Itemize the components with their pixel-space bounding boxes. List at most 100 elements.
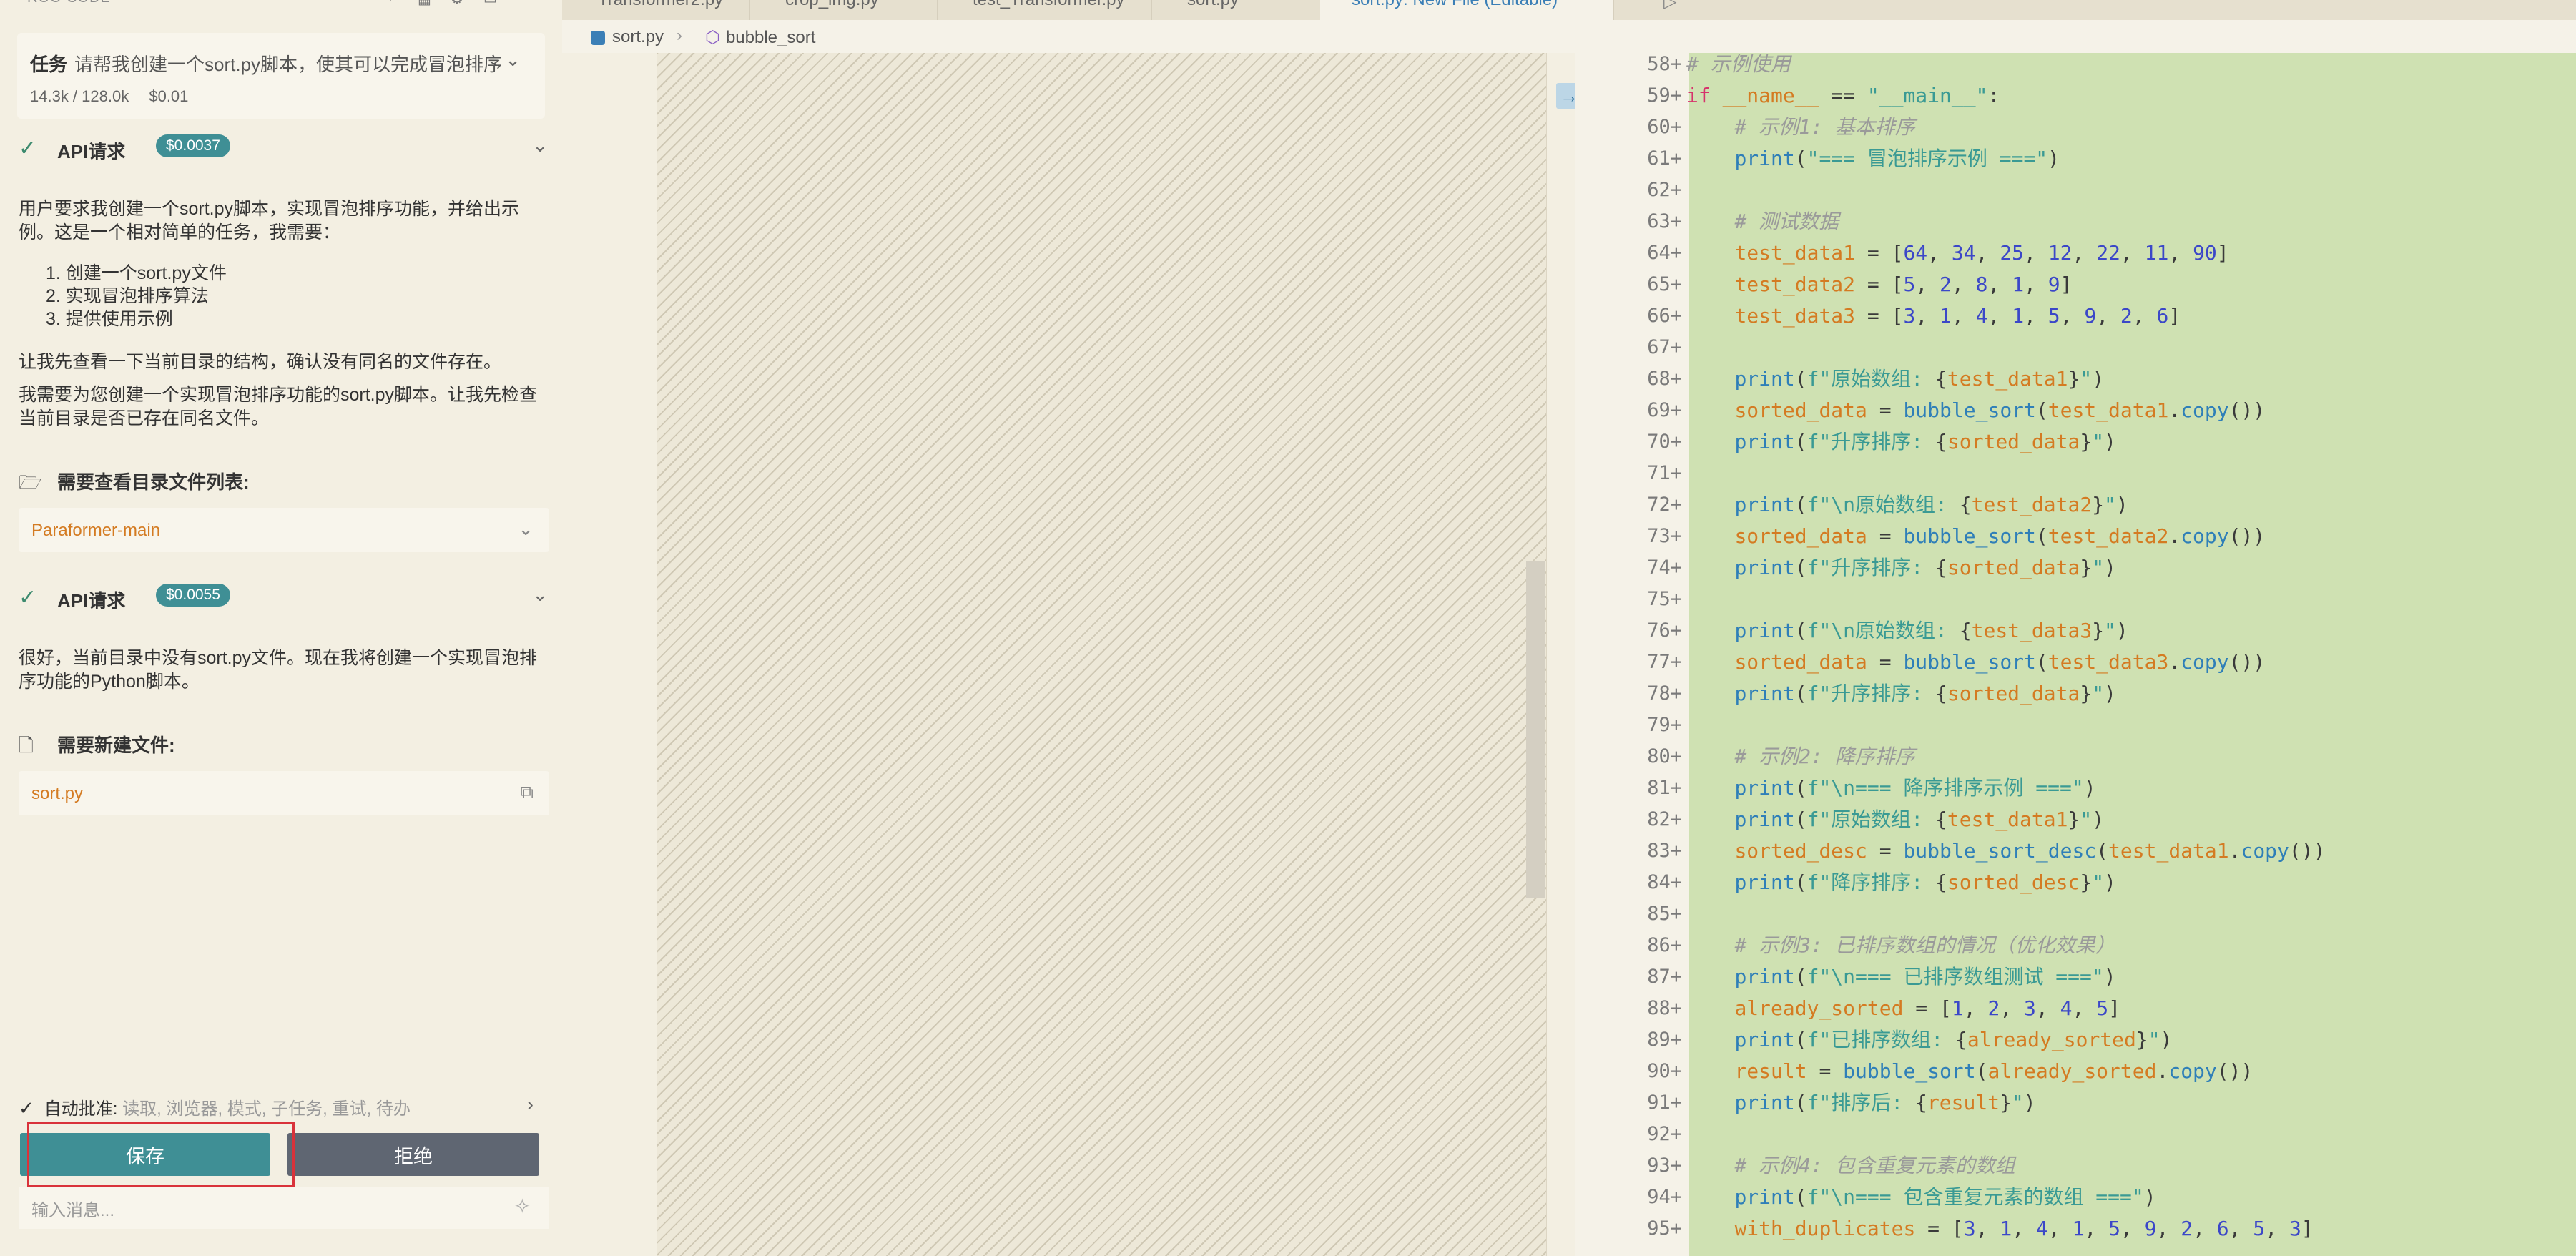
code-token: { bbox=[1935, 556, 1947, 579]
code-token: print bbox=[1734, 808, 1795, 831]
code-line[interactable]: print("=== 冒泡排序示例 ===") bbox=[1686, 143, 2060, 175]
code-token: f"\n=== 已排序数组测试 ===" bbox=[1806, 965, 2104, 988]
code-token: , bbox=[2120, 241, 2145, 265]
code-line[interactable]: # 示例4: 包含重复元素的数组 bbox=[1686, 1150, 2015, 1182]
tab-sort-new-file[interactable]: sort.py: New File (Editable) bbox=[1320, 0, 1614, 20]
code-line[interactable]: # 示例2: 降序排序 bbox=[1686, 741, 1914, 772]
code-line[interactable]: already_sorted = [1, 2, 3, 4, 5] bbox=[1686, 993, 2120, 1024]
code-line[interactable]: # 示例使用 bbox=[1686, 49, 1791, 80]
code-token: , bbox=[2012, 1217, 2036, 1240]
run-icon[interactable]: ▷ bbox=[1663, 0, 1676, 12]
code-token: , bbox=[2047, 1217, 2073, 1240]
line-number: 85+ bbox=[1647, 903, 1682, 925]
code-token: copy bbox=[2181, 650, 2229, 674]
code-token: print bbox=[1734, 147, 1795, 170]
code-line[interactable]: # 测试数据 bbox=[1686, 206, 1839, 237]
code-line[interactable]: print(f"原始数组: {test_data1}") bbox=[1686, 804, 2104, 835]
code-line[interactable]: sorted_data = bubble_sort(test_data3.cop… bbox=[1686, 647, 2265, 678]
tab-test-transformer[interactable]: test_Transformer.py bbox=[937, 0, 1152, 20]
code-line[interactable]: print(f"\n=== 降序排序示例 ===") bbox=[1686, 772, 2095, 804]
code-line[interactable]: print(f"\n原始数组: {test_data3}") bbox=[1686, 615, 2128, 647]
message-input[interactable]: 输入消息... ✧ bbox=[19, 1187, 549, 1229]
code-line[interactable]: result = bubble_sort(already_sorted.copy… bbox=[1686, 1056, 2253, 1087]
breadcrumb-symbol[interactable]: ⬡ bubble_sort bbox=[705, 27, 815, 48]
code-token: , bbox=[2120, 1217, 2145, 1240]
code-token: ) bbox=[2104, 556, 2116, 579]
window-icon[interactable]: ▭ bbox=[483, 0, 499, 7]
code-line[interactable]: test_data1 = [64, 34, 25, 12, 22, 11, 90… bbox=[1686, 237, 2228, 269]
layout-icon[interactable]: ▦ bbox=[418, 0, 433, 7]
plus-icon[interactable]: + bbox=[386, 0, 402, 6]
code-token: ( bbox=[1794, 776, 1807, 800]
new-file-field[interactable]: sort.py ⧉ bbox=[19, 771, 549, 815]
line-number: 73+ bbox=[1647, 525, 1682, 547]
line-number: 72+ bbox=[1647, 494, 1682, 516]
code-line[interactable]: print(f"\n=== 包含重复元素的数组 ===") bbox=[1686, 1182, 2155, 1213]
chevron-right-icon[interactable]: › bbox=[527, 1093, 534, 1116]
code-line[interactable]: # 示例1: 基本排序 bbox=[1686, 112, 1914, 143]
code-line[interactable]: print(f"降序排序: {sorted_desc}") bbox=[1686, 867, 2115, 898]
code-token: print bbox=[1734, 682, 1795, 705]
tab-transformer2[interactable]: Transformer2.py bbox=[562, 0, 750, 20]
code-token: ( bbox=[1794, 367, 1807, 391]
code-token: , bbox=[2132, 304, 2157, 328]
auto-approve-bar[interactable]: ✓ 自动批准: 读取, 浏览器, 模式, 子任务, 重试, 待办 › bbox=[19, 1093, 548, 1119]
code-line[interactable]: print(f"升序排序: {sorted_data}") bbox=[1686, 426, 2115, 458]
code-line[interactable]: print(f"排序后: {result}") bbox=[1686, 1087, 2035, 1119]
code-line[interactable]: print(f"已排序数组: {already_sorted}") bbox=[1686, 1024, 2172, 1056]
line-number: 81+ bbox=[1647, 777, 1682, 799]
code-line[interactable]: print(f"升序排序: {sorted_data}") bbox=[1686, 678, 2115, 710]
code-token: . bbox=[2228, 839, 2241, 863]
code-token: print bbox=[1734, 556, 1795, 579]
code-line[interactable]: print(f"\n原始数组: {test_data2}") bbox=[1686, 489, 2128, 521]
breadcrumb-file[interactable]: sort.py bbox=[591, 27, 664, 47]
code-token: ()) bbox=[2228, 524, 2266, 548]
code-line[interactable]: sorted_data = bubble_sort(test_data2.cop… bbox=[1686, 521, 2265, 552]
tab-sort[interactable]: sort.py bbox=[1151, 0, 1321, 20]
gear-icon[interactable]: ⚙ bbox=[451, 0, 466, 7]
code-token: } bbox=[2092, 493, 2105, 516]
code-line[interactable]: test_data2 = [5, 2, 8, 1, 9] bbox=[1686, 269, 2072, 300]
code-token: ) bbox=[2160, 1028, 2173, 1051]
save-button[interactable]: 保存 bbox=[20, 1133, 270, 1176]
code-line[interactable]: print(f"\n=== 已排序数组测试 ===") bbox=[1686, 961, 2115, 993]
code-line[interactable]: if __name__ == "__main__": bbox=[1686, 80, 2000, 112]
code-line[interactable]: with_duplicates = [3, 1, 4, 1, 5, 9, 2, … bbox=[1686, 1213, 2313, 1245]
new-file-icon: 🗋 bbox=[19, 735, 34, 756]
chevron-down-icon[interactable]: ⌄ bbox=[532, 584, 548, 606]
code-token: , bbox=[2035, 996, 2060, 1020]
code-token: sorted_data bbox=[1947, 430, 2080, 453]
code-token: copy bbox=[2181, 398, 2229, 422]
api-request-2[interactable]: ✓ API请求 $0.0055 ⌄ bbox=[19, 582, 548, 612]
code-line[interactable]: # 示例3: 已排序数组的情况（优化效果） bbox=[1686, 930, 2115, 961]
open-external-icon[interactable]: ⧉ bbox=[520, 781, 534, 804]
code-token: 3 bbox=[2024, 996, 2036, 1020]
code-token: ] bbox=[2108, 996, 2120, 1020]
directory-field[interactable]: Paraformer-main ⌄ bbox=[19, 508, 549, 552]
chevron-down-icon[interactable]: ⌄ bbox=[518, 518, 534, 540]
code-token: , bbox=[1951, 304, 1976, 328]
code-token: " bbox=[2080, 808, 2093, 831]
chevron-down-icon[interactable]: ⌄ bbox=[532, 134, 548, 157]
enhance-prompt-icon[interactable]: ✧ bbox=[514, 1194, 531, 1218]
api-request-1[interactable]: ✓ API请求 $0.0037 ⌄ bbox=[19, 133, 548, 162]
code-token: ( bbox=[1794, 1091, 1807, 1114]
task-card[interactable]: 任务 请帮我创建一个sort.py脚本，使其可以完成冒泡排序 ⌄ 14.3k / … bbox=[17, 33, 545, 119]
code-line[interactable]: print(f"原始数组: {test_data1}") bbox=[1686, 363, 2104, 395]
original-scrollbar[interactable] bbox=[1526, 561, 1545, 898]
code-token: bubble_sort bbox=[1843, 1059, 1976, 1083]
code-line[interactable]: print(f"升序排序: {sorted_data}") bbox=[1686, 552, 2116, 584]
line-number: 70+ bbox=[1647, 431, 1682, 453]
code-line[interactable]: sorted_data = bubble_sort(test_data1.cop… bbox=[1686, 395, 2265, 426]
code-editor[interactable]: # 示例使用 if __name__ == "__main__": # 示例1: … bbox=[1686, 52, 2576, 1256]
code-token: ( bbox=[1794, 808, 1807, 831]
line-number: 59+ bbox=[1647, 84, 1682, 107]
chevron-down-icon[interactable]: ⌄ bbox=[505, 49, 521, 71]
code-token: ] bbox=[2060, 273, 2073, 296]
code-line[interactable]: test_data3 = [3, 1, 4, 1, 5, 9, 2, 6] bbox=[1686, 300, 2181, 332]
tab-crop-img[interactable]: crop_img.py bbox=[749, 0, 938, 20]
code-line[interactable]: sorted_desc = bubble_sort_desc(test_data… bbox=[1686, 835, 2325, 867]
reject-button[interactable]: 拒绝 bbox=[287, 1133, 539, 1176]
